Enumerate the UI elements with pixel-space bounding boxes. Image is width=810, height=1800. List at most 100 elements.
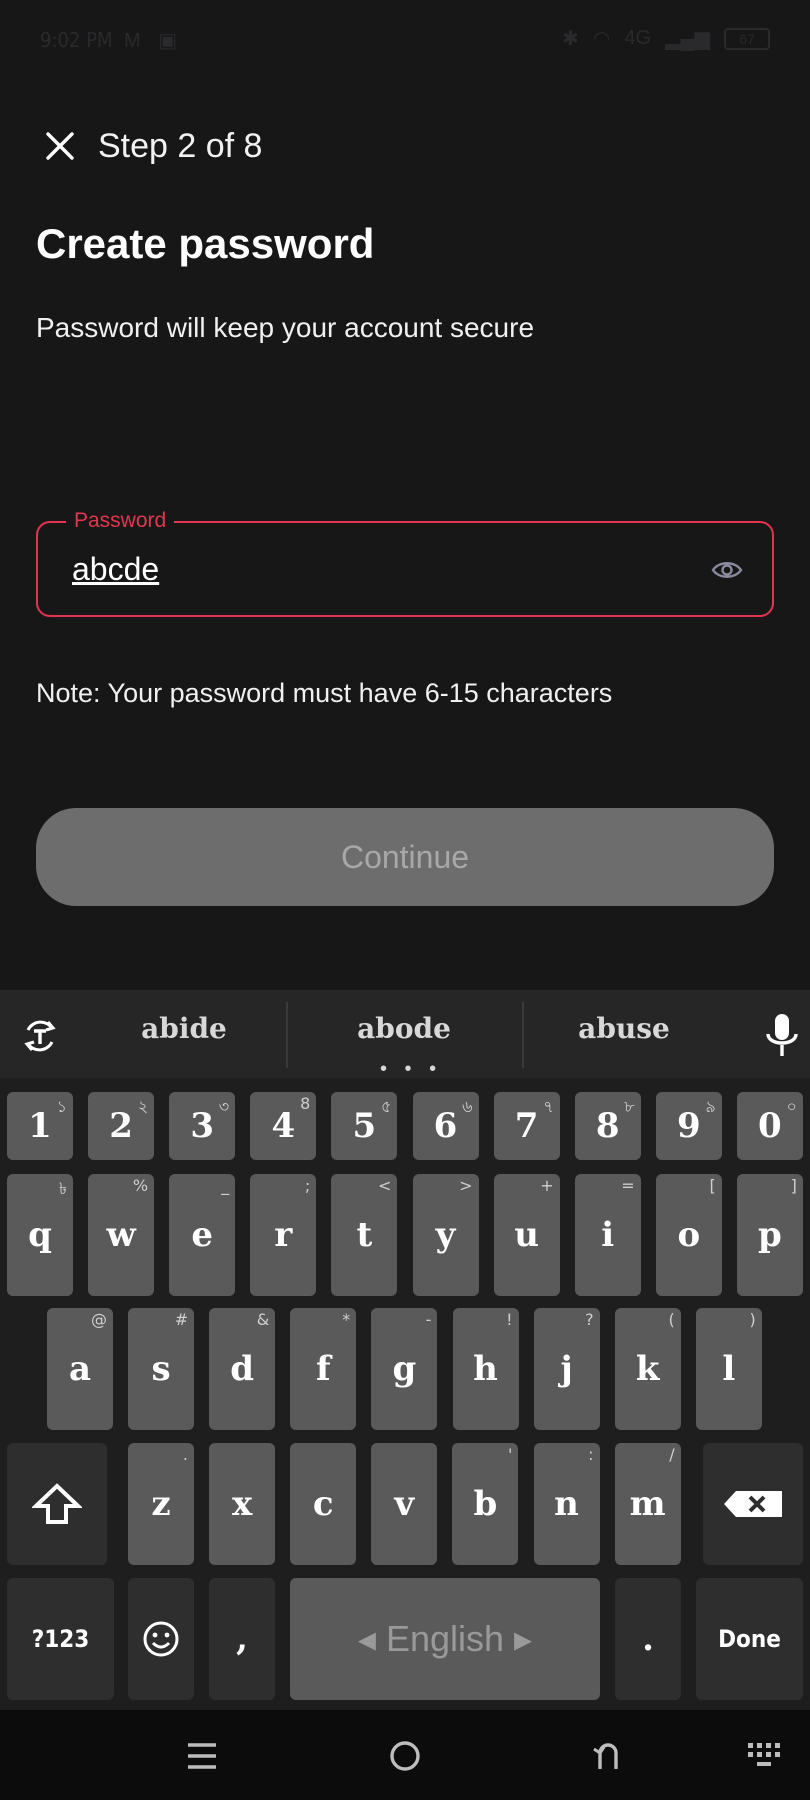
key-j-label: j	[560, 1349, 573, 1389]
key-o-label: o	[677, 1215, 701, 1255]
key-s-hint: #	[174, 1310, 189, 1329]
key-f[interactable]: f *	[290, 1308, 357, 1430]
key-u[interactable]: u +	[493, 1174, 560, 1296]
key-z-label: z	[151, 1484, 171, 1524]
shift-key[interactable]	[7, 1443, 107, 1565]
key-a[interactable]: a @	[47, 1308, 113, 1430]
key-l-hint: )	[749, 1310, 756, 1329]
key-6-label: 6	[433, 1106, 458, 1146]
key-r-hint: ;	[304, 1176, 311, 1195]
key-9[interactable]: 9৯	[655, 1092, 722, 1160]
suggestion-3[interactable]: abuse	[524, 1012, 724, 1045]
emoji-key[interactable]	[128, 1578, 194, 1700]
key-2[interactable]: 2২	[88, 1092, 155, 1160]
key-6[interactable]: 6৬	[412, 1092, 479, 1160]
key-7[interactable]: 7৭	[493, 1092, 560, 1160]
key-r[interactable]: r;	[250, 1174, 317, 1296]
microphone-icon[interactable]	[760, 1014, 804, 1058]
key-e[interactable]: e _	[169, 1174, 236, 1296]
key-i[interactable]: i =	[574, 1174, 641, 1296]
key-k[interactable]: k(	[614, 1308, 681, 1430]
key-x-label: x	[231, 1484, 253, 1524]
backspace-icon	[724, 1491, 782, 1517]
key-w-label: w	[106, 1215, 136, 1255]
key-c-label: c	[312, 1484, 334, 1524]
period-key[interactable]: .	[615, 1578, 681, 1700]
key-h-hint: !	[506, 1310, 513, 1329]
key-1-hint: ১	[56, 1097, 67, 1116]
key-k-hint: (	[668, 1310, 675, 1329]
key-4[interactable]: 48	[250, 1092, 317, 1160]
notification-icons: M ▣	[124, 30, 184, 52]
menu-button[interactable]	[180, 1734, 224, 1778]
key-b[interactable]: b '	[452, 1443, 519, 1565]
key-e-hint: _	[221, 1176, 230, 1195]
key-n-hint: :	[588, 1445, 594, 1464]
suggestion-2[interactable]: abode	[304, 1012, 504, 1045]
key-v[interactable]: v	[371, 1443, 438, 1565]
password-input[interactable]: abcde	[72, 551, 572, 588]
key-5-label: 5	[352, 1106, 377, 1146]
header: Step 2 of 8	[36, 120, 262, 172]
key-c[interactable]: c	[290, 1443, 357, 1565]
wifi-icon: ◠	[592, 28, 611, 50]
key-5-hint: ৫	[381, 1097, 392, 1116]
key-p-hint: ]	[790, 1176, 797, 1195]
key-q[interactable]: q ৳	[7, 1174, 73, 1296]
key-5[interactable]: 5৫	[331, 1092, 398, 1160]
key-n[interactable]: n:	[533, 1443, 600, 1565]
key-w[interactable]: w%	[88, 1174, 155, 1296]
key-m[interactable]: m /	[614, 1443, 681, 1565]
key-4-hint: 8	[300, 1094, 311, 1113]
key-u-hint: +	[540, 1176, 554, 1195]
back-button[interactable]	[586, 1734, 630, 1778]
key-y[interactable]: y >	[412, 1174, 479, 1296]
done-key[interactable]: Done	[696, 1578, 803, 1700]
close-button[interactable]	[34, 120, 86, 172]
symbols-key[interactable]: ?123	[7, 1578, 114, 1700]
signal-icon-2: ▂▄▆	[665, 28, 710, 50]
comma-key[interactable]: ,	[209, 1578, 275, 1700]
key-h[interactable]: h!	[452, 1308, 519, 1430]
key-9-label: 9	[676, 1106, 701, 1146]
home-button[interactable]	[383, 1734, 427, 1778]
comma-key-label: ,	[236, 1619, 248, 1659]
key-y-hint: >	[459, 1176, 473, 1195]
key-d[interactable]: d &	[209, 1308, 276, 1430]
key-p[interactable]: p]	[736, 1174, 803, 1296]
key-s-label: s	[151, 1349, 171, 1389]
key-x[interactable]: x	[209, 1443, 276, 1565]
key-8-hint: ৮	[624, 1097, 635, 1116]
password-field[interactable]: Password abcde	[36, 507, 774, 617]
navigation-bar	[0, 1710, 810, 1800]
backspace-key[interactable]	[703, 1443, 803, 1565]
key-6-hint: ৬	[462, 1097, 473, 1116]
key-t[interactable]: t <	[331, 1174, 398, 1296]
key-3[interactable]: 3৩	[169, 1092, 236, 1160]
continue-button[interactable]: Continue	[36, 808, 774, 906]
space-key-label: ◂ English ▸	[357, 1618, 533, 1659]
key-0[interactable]: 0০	[736, 1092, 803, 1160]
key-l[interactable]: l)	[695, 1308, 762, 1430]
key-s[interactable]: s #	[128, 1308, 195, 1430]
key-g[interactable]: g-	[371, 1308, 438, 1430]
key-z[interactable]: z.	[128, 1443, 194, 1565]
suggestion-1[interactable]: abide	[84, 1012, 284, 1045]
key-z-hint: .	[182, 1445, 188, 1464]
menu-icon	[188, 1743, 216, 1769]
key-d-hint: &	[256, 1310, 270, 1329]
key-j[interactable]: j?	[533, 1308, 600, 1430]
keyboard-switch-button[interactable]	[744, 1734, 788, 1778]
show-password-button[interactable]	[710, 553, 744, 587]
key-g-hint: -	[425, 1310, 432, 1329]
key-m-label: m	[629, 1484, 666, 1524]
symbols-key-label: ?123	[31, 1625, 90, 1653]
key-i-label: i	[601, 1215, 615, 1255]
key-o[interactable]: o[	[655, 1174, 722, 1296]
home-circle-icon	[390, 1741, 420, 1771]
emoji-icon	[143, 1621, 179, 1657]
space-key[interactable]: ◂ English ▸	[290, 1578, 600, 1700]
key-8[interactable]: 8৮	[574, 1092, 641, 1160]
key-1[interactable]: 1১	[7, 1092, 73, 1160]
translate-icon[interactable]	[18, 1014, 62, 1058]
